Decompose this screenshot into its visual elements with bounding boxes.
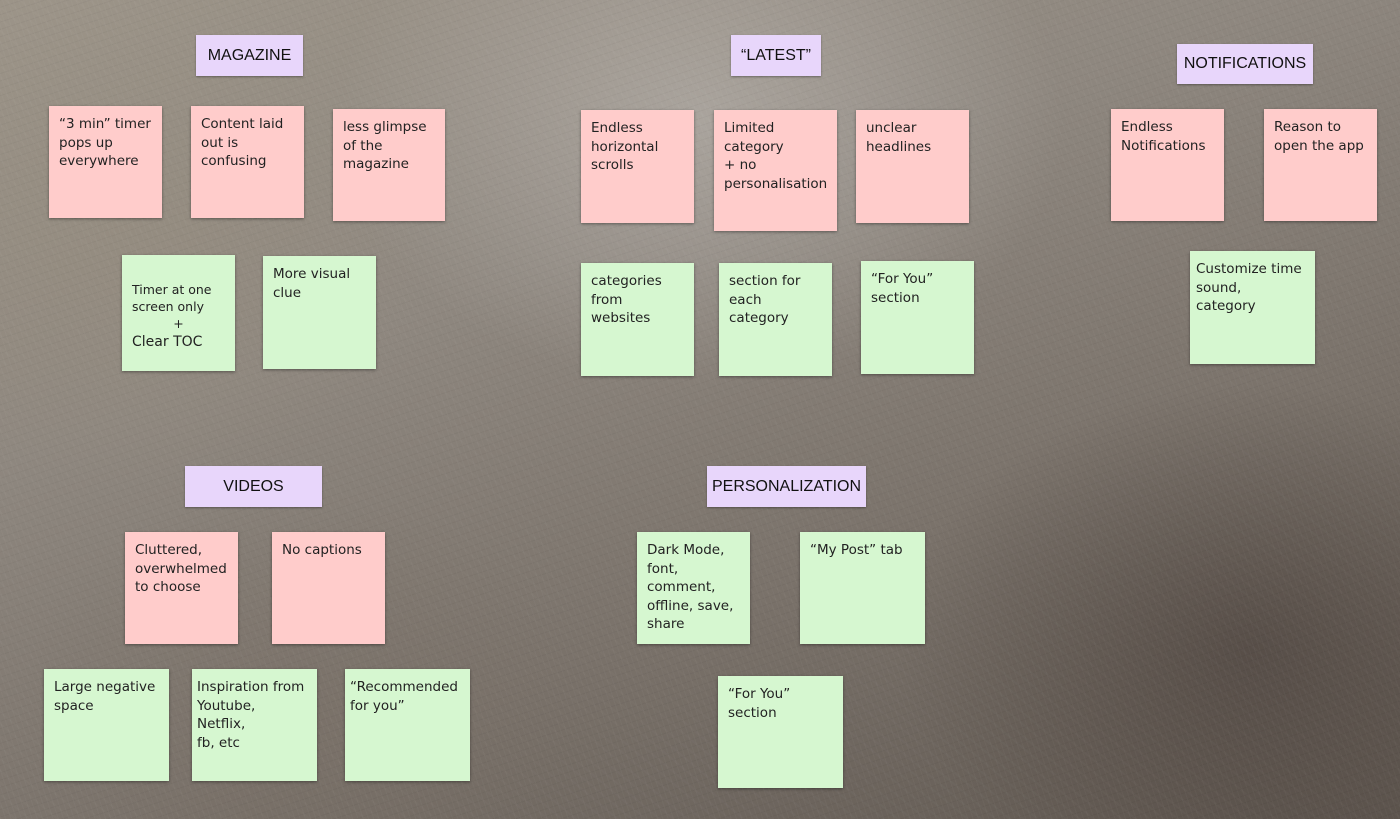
header-personalization[interactable]: PERSONALIZATION (707, 466, 866, 507)
solution-note-line: Clear TOC (132, 334, 203, 350)
solution-note-videos-2[interactable]: Inspiration from Youtube, Netflix, fb, e… (192, 669, 317, 781)
solution-note-videos-3[interactable]: “Recommended for you” (345, 669, 470, 781)
solution-note-line: Timer at one (132, 282, 212, 297)
pain-note-magazine-2[interactable]: Content laid out is confusing (191, 106, 304, 218)
pain-note-latest-1[interactable]: Endless horizontal scrolls (581, 110, 694, 223)
pain-note-videos-1[interactable]: Cluttered, overwhelmed to choose (125, 532, 238, 644)
solution-note-line: + (173, 316, 184, 331)
solution-note-personalization-2[interactable]: “My Post” tab (800, 532, 925, 644)
solution-note-magazine-1[interactable]: Timer at one screen only + Clear TOC (122, 255, 235, 371)
solution-note-personalization-3[interactable]: “For You” section (718, 676, 843, 788)
solution-note-latest-1[interactable]: categories from websites (581, 263, 694, 376)
header-latest[interactable]: “LATEST” (731, 35, 821, 76)
solution-note-latest-3[interactable]: “For You” section (861, 261, 974, 374)
pain-note-notifications-1[interactable]: Endless Notifications (1111, 109, 1224, 221)
pain-note-magazine-1[interactable]: “3 min” timer pops up everywhere (49, 106, 162, 218)
pain-note-magazine-3[interactable]: less glimpse of the magazine (333, 109, 445, 221)
solution-note-latest-2[interactable]: section for each category (719, 263, 832, 376)
header-videos[interactable]: VIDEOS (185, 466, 322, 507)
header-notifications[interactable]: NOTIFICATIONS (1177, 44, 1313, 84)
solution-note-line: screen only (132, 299, 204, 314)
pain-note-videos-2[interactable]: No captions (272, 532, 385, 644)
solution-note-personalization-1[interactable]: Dark Mode, font, comment, offline, save,… (637, 532, 750, 644)
solution-note-videos-1[interactable]: Large negative space (44, 669, 169, 781)
solution-note-text: Timer at one screen only + Clear TOC (132, 281, 225, 351)
pain-note-notifications-2[interactable]: Reason to open the app (1264, 109, 1377, 221)
solution-note-notifications-1[interactable]: Customize time sound, category (1190, 251, 1315, 364)
solution-note-magazine-2[interactable]: More visual clue (263, 256, 376, 369)
pain-note-latest-2[interactable]: Limited category + no personalisation (714, 110, 837, 231)
pain-note-latest-3[interactable]: unclear headlines (856, 110, 969, 223)
header-magazine[interactable]: MAGAZINE (196, 35, 303, 76)
